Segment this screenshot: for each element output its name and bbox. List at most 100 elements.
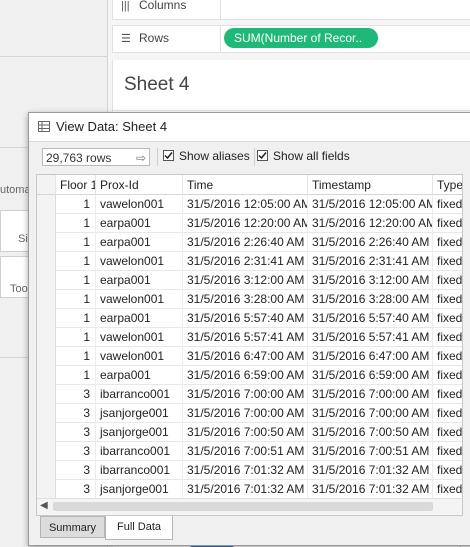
cell-floor[interactable]: 1: [56, 347, 96, 366]
cell-timestamp[interactable]: 31/5/2016 7:00:51 AM: [308, 442, 433, 461]
show-all-fields-checkbox[interactable]: [257, 150, 268, 161]
row-header[interactable]: [37, 290, 56, 309]
horizontal-scrollbar[interactable]: ◀: [37, 498, 462, 515]
cell-prox-id[interactable]: vawelon001: [96, 195, 183, 214]
cell-type[interactable]: fixed: [433, 366, 462, 385]
cell-type[interactable]: fixed: [433, 423, 462, 442]
cell-floor[interactable]: 1: [56, 366, 96, 385]
cell-time[interactable]: 31/5/2016 7:00:50 AM: [183, 423, 308, 442]
column-header-prox-id[interactable]: Prox-Id: [96, 175, 183, 195]
cell-prox-id[interactable]: jsanjorge001: [96, 423, 183, 442]
table-row[interactable]: 3 jsanjorge001 31/5/2016 7:01:32 AM 31/5/20…: [37, 480, 462, 499]
row-header[interactable]: [37, 461, 56, 480]
cell-floor[interactable]: 3: [56, 461, 96, 480]
cell-prox-id[interactable]: ibarranco001: [96, 461, 183, 480]
table-row[interactable]: 3 jsanjorge001 31/5/2016 7:00:00 AM 31/5/20…: [37, 404, 462, 423]
tooltip-card[interactable]: Too: [0, 256, 30, 298]
cell-timestamp[interactable]: 31/5/2016 6:59:00 AM: [308, 366, 433, 385]
show-aliases-label[interactable]: Show aliases: [179, 149, 250, 163]
table-row[interactable]: 1 vawelon001 31/5/2016 2:31:41 AM 31/5/2016…: [37, 252, 462, 271]
cell-floor[interactable]: 1: [56, 309, 96, 328]
data-grid[interactable]: Floor 1 Prox-Id Time Timestamp Type 1 vaw…: [36, 174, 463, 516]
row-header[interactable]: [37, 195, 56, 214]
column-header-floor[interactable]: Floor 1: [56, 175, 96, 195]
arrow-right-icon[interactable]: ⇨: [136, 149, 146, 167]
cell-floor[interactable]: 1: [56, 290, 96, 309]
cell-time[interactable]: 31/5/2016 7:01:32 AM: [183, 480, 308, 499]
tab-full-data[interactable]: Full Data: [105, 516, 173, 540]
cell-timestamp[interactable]: 31/5/2016 7:01:32 AM: [308, 480, 433, 499]
cell-floor[interactable]: 3: [56, 385, 96, 404]
cell-timestamp[interactable]: 31/5/2016 7:00:00 AM: [308, 385, 433, 404]
cell-prox-id[interactable]: jsanjorge001: [96, 404, 183, 423]
cell-time[interactable]: 31/5/2016 7:01:32 AM: [183, 461, 308, 480]
cell-prox-id[interactable]: earpa001: [96, 214, 183, 233]
table-row[interactable]: 3 jsanjorge001 31/5/2016 7:00:50 AM 31/5/20…: [37, 423, 462, 442]
cell-prox-id[interactable]: ibarranco001: [96, 385, 183, 404]
cell-time[interactable]: 31/5/2016 6:59:00 AM: [183, 366, 308, 385]
cell-floor[interactable]: 1: [56, 271, 96, 290]
cell-timestamp[interactable]: 31/5/2016 12:05:00 AM: [308, 195, 433, 214]
cell-time[interactable]: 31/5/2016 2:31:41 AM: [183, 252, 308, 271]
cell-time[interactable]: 31/5/2016 6:47:00 AM: [183, 347, 308, 366]
dialog-titlebar[interactable]: View Data: Sheet 4: [29, 113, 470, 142]
cell-type[interactable]: fixed: [433, 480, 462, 499]
cell-time[interactable]: 31/5/2016 12:20:00 AM: [183, 214, 308, 233]
cell-prox-id[interactable]: earpa001: [96, 271, 183, 290]
cell-timestamp[interactable]: 31/5/2016 7:00:50 AM: [308, 423, 433, 442]
cell-time[interactable]: 31/5/2016 2:26:40 AM: [183, 233, 308, 252]
row-header[interactable]: [37, 366, 56, 385]
cell-type[interactable]: fixed: [433, 252, 462, 271]
cell-time[interactable]: 31/5/2016 5:57:41 AM: [183, 328, 308, 347]
scroll-left-icon[interactable]: ◀: [40, 500, 48, 511]
table-row[interactable]: 1 vawelon001 31/5/2016 3:28:00 AM 31/5/2016…: [37, 290, 462, 309]
cell-floor[interactable]: 1: [56, 252, 96, 271]
table-row[interactable]: 3 ibarranco001 31/5/2016 7:00:51 AM 31/5/20…: [37, 442, 462, 461]
cell-type[interactable]: fixed: [433, 385, 462, 404]
cell-type[interactable]: fixed: [433, 404, 462, 423]
cell-timestamp[interactable]: 31/5/2016 2:31:41 AM: [308, 252, 433, 271]
cell-time[interactable]: 31/5/2016 7:00:00 AM: [183, 385, 308, 404]
cell-prox-id[interactable]: vawelon001: [96, 290, 183, 309]
cell-floor[interactable]: 1: [56, 214, 96, 233]
cell-type[interactable]: fixed: [433, 328, 462, 347]
cell-type[interactable]: fixed: [433, 271, 462, 290]
column-header-time[interactable]: Time: [183, 175, 308, 195]
row-header[interactable]: [37, 347, 56, 366]
cell-type[interactable]: fixed: [433, 233, 462, 252]
tab-summary[interactable]: Summary: [40, 516, 105, 538]
cell-floor[interactable]: 3: [56, 442, 96, 461]
cell-floor[interactable]: 3: [56, 423, 96, 442]
cell-time[interactable]: 31/5/2016 3:28:00 AM: [183, 290, 308, 309]
cell-time[interactable]: 31/5/2016 7:00:51 AM: [183, 442, 308, 461]
columns-shelf[interactable]: ||| Columns: [112, 0, 470, 20]
show-all-fields-label[interactable]: Show all fields: [273, 149, 350, 163]
cell-timestamp[interactable]: 31/5/2016 7:00:00 AM: [308, 404, 433, 423]
column-header-type[interactable]: Type: [433, 175, 462, 195]
cell-type[interactable]: fixed: [433, 461, 462, 480]
row-header[interactable]: [37, 309, 56, 328]
row-header[interactable]: [37, 385, 56, 404]
cell-prox-id[interactable]: jsanjorge001: [96, 480, 183, 499]
scrollbar-thumb[interactable]: [53, 502, 433, 511]
cell-floor[interactable]: 3: [56, 480, 96, 499]
rows-measure-pill[interactable]: SUM(Number of Recor..: [224, 28, 378, 48]
cell-type[interactable]: fixed: [433, 214, 462, 233]
table-row[interactable]: 1 vawelon001 31/5/2016 12:05:00 AM 31/5/201…: [37, 195, 462, 214]
cell-timestamp[interactable]: 31/5/2016 3:12:00 AM: [308, 271, 433, 290]
row-header[interactable]: [37, 423, 56, 442]
row-header[interactable]: [37, 271, 56, 290]
cell-type[interactable]: fixed: [433, 309, 462, 328]
cell-prox-id[interactable]: vawelon001: [96, 328, 183, 347]
column-header-timestamp[interactable]: Timestamp: [308, 175, 433, 195]
row-header[interactable]: [37, 328, 56, 347]
cell-prox-id[interactable]: vawelon001: [96, 347, 183, 366]
table-row[interactable]: 1 vawelon001 31/5/2016 6:47:00 AM 31/5/2016…: [37, 347, 462, 366]
cell-timestamp[interactable]: 31/5/2016 5:57:41 AM: [308, 328, 433, 347]
row-header[interactable]: [37, 442, 56, 461]
cell-type[interactable]: fixed: [433, 442, 462, 461]
cell-type[interactable]: fixed: [433, 347, 462, 366]
cell-floor[interactable]: 1: [56, 195, 96, 214]
cell-floor[interactable]: 3: [56, 404, 96, 423]
cell-timestamp[interactable]: 31/5/2016 2:26:40 AM: [308, 233, 433, 252]
